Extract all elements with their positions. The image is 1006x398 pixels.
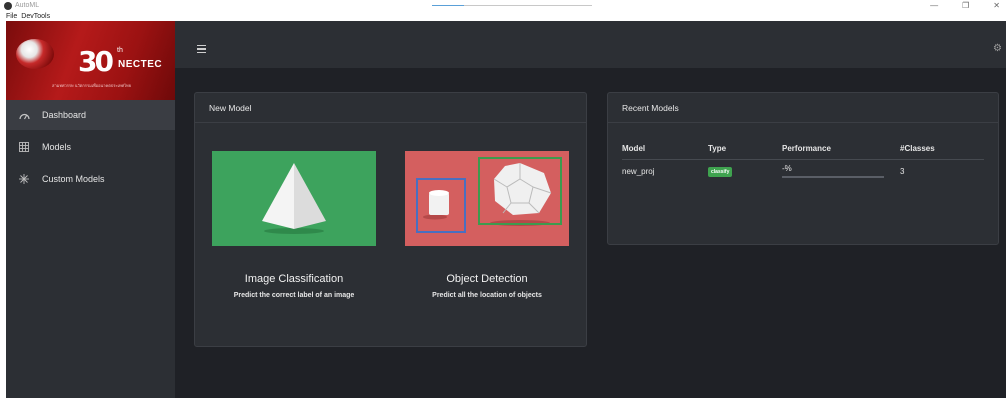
window-title: AutoML	[15, 2, 40, 9]
object-detection-title[interactable]: Object Detection	[392, 273, 582, 285]
sidebar-item-label: Dashboard	[42, 110, 87, 120]
loading-indicator	[432, 5, 592, 6]
object-detection-tile[interactable]	[405, 151, 569, 246]
column-header-performance: Performance	[782, 139, 900, 160]
sidebar-item-label: Custom Models	[42, 174, 105, 184]
performance-value: -%	[782, 164, 792, 174]
image-classification-title[interactable]: Image Classification	[199, 273, 389, 285]
model-name-cell[interactable]: new_proj	[622, 159, 708, 183]
recent-models-table: Model Type Performance #Classes new_proj…	[622, 139, 984, 183]
table-row[interactable]: new_proj classify -% 3	[622, 159, 984, 183]
recent-models-card: Recent Models Model Type Performance #Cl…	[607, 92, 999, 245]
custom-models-icon	[18, 173, 30, 185]
object-detection-subtitle: Predict all the location of objects	[432, 292, 542, 299]
menu-bar: File DevTools	[0, 11, 1006, 21]
main-content: ⚙ New Model Image Classification Predict…	[175, 21, 1006, 398]
logo-number: 30	[78, 45, 114, 78]
app-icon	[4, 1, 12, 10]
logo-tagline: สามทศวรรษ นวัตกรรมเพื่ออนาคตประเทศไทย	[52, 83, 132, 88]
window-titlebar: AutoML — ❐ ✕	[0, 0, 1006, 11]
type-cell: classify	[708, 159, 782, 183]
menu-file[interactable]: File	[6, 13, 17, 20]
logo-globe-icon	[16, 39, 54, 69]
menu-toggle-icon[interactable]	[197, 45, 206, 53]
menu-devtools[interactable]: DevTools	[21, 13, 50, 20]
column-header-classes: #Classes	[900, 139, 984, 160]
classes-cell: 3	[900, 166, 905, 176]
maximize-button[interactable]: ❐	[962, 1, 969, 10]
new-model-card: New Model Image Classification Predict t…	[194, 92, 587, 347]
dashboard-icon	[18, 109, 30, 121]
column-header-model: Model	[622, 139, 708, 160]
image-classification-tile[interactable]	[212, 151, 376, 246]
table-header-row: Model Type Performance #Classes	[622, 139, 984, 160]
new-model-title: New Model	[195, 93, 586, 123]
logo-brand: NECTEC	[118, 59, 163, 70]
logo-superscript: th	[117, 47, 123, 54]
column-header-type: Type	[708, 139, 782, 160]
window-controls: — ❐ ✕	[930, 0, 1000, 11]
performance-bar	[782, 176, 884, 179]
detection-shapes-icon	[405, 151, 569, 246]
performance-cell: -%	[782, 159, 900, 183]
recent-models-title: Recent Models	[608, 93, 998, 123]
sidebar-item-custom-models[interactable]: Custom Models	[6, 164, 175, 194]
nectec-logo: 30 th NECTEC สามทศวรรษ นวัตกรรมเพื่ออนาค…	[6, 21, 175, 100]
close-button[interactable]: ✕	[993, 1, 1000, 10]
sidebar-item-dashboard[interactable]: Dashboard	[6, 100, 175, 130]
sidebar-item-models[interactable]: Models	[6, 132, 175, 162]
grid-icon	[18, 141, 30, 153]
settings-gear-icon[interactable]: ⚙	[993, 43, 1002, 54]
top-bar: ⚙	[175, 21, 1006, 68]
sidebar-item-label: Models	[42, 142, 72, 152]
pyramid-icon	[212, 151, 376, 246]
sidebar: 30 th NECTEC สามทศวรรษ นวัตกรรมเพื่ออนาค…	[6, 21, 175, 398]
status-badge: classify	[708, 166, 733, 177]
image-classification-subtitle: Predict the correct label of an image	[233, 292, 355, 299]
minimize-button[interactable]: —	[930, 1, 938, 10]
